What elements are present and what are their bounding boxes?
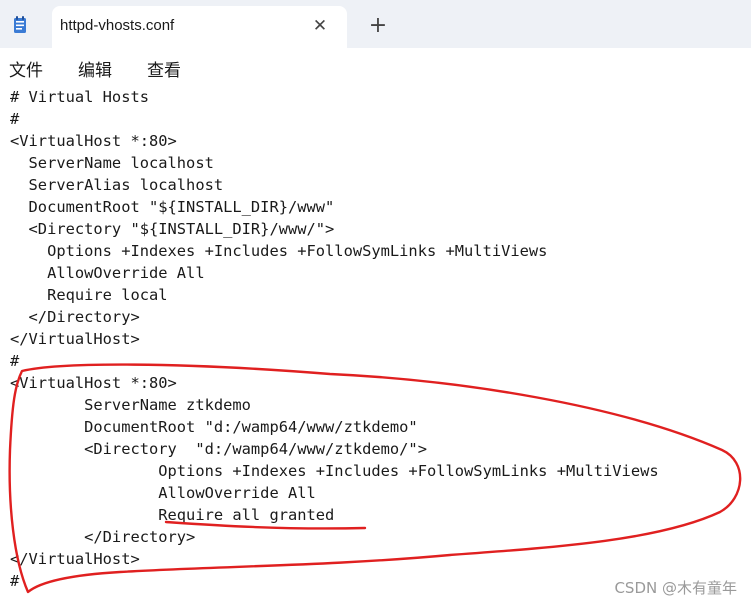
notepad-icon (14, 16, 26, 33)
new-tab-button[interactable]: + (364, 12, 392, 40)
code-line: </Directory> (10, 528, 196, 546)
menu-view[interactable]: 查看 (147, 56, 181, 81)
code-line: Options +Indexes +Includes +FollowSymLin… (10, 462, 659, 480)
tab-bar: httpd-vhosts.conf ✕ + (0, 0, 751, 48)
menu-file[interactable]: 文件 (9, 56, 43, 81)
tab-title: httpd-vhosts.conf (60, 17, 175, 34)
code-line: <Directory "${INSTALL_DIR}/www/"> (10, 220, 335, 238)
watermark: CSDN @木有童年 (614, 579, 737, 597)
code-line: # Virtual Hosts (10, 88, 149, 106)
menu-bar: 文件 编辑 查看 (0, 48, 751, 87)
close-tab-icon[interactable]: ✕ (308, 14, 332, 38)
text-editor[interactable]: # Virtual Hosts # <VirtualHost *:80> Ser… (0, 86, 751, 606)
code-line: DocumentRoot "d:/wamp64/www/ztkdemo" (10, 418, 418, 436)
code-line: <VirtualHost *:80> (10, 132, 177, 150)
code-line: Options +Indexes +Includes +FollowSymLin… (10, 242, 548, 260)
code-line: <Directory "d:/wamp64/www/ztkdemo/"> (10, 440, 427, 458)
menu-edit[interactable]: 编辑 (78, 56, 112, 81)
code-line: Require local (10, 286, 168, 304)
code-line: ServerAlias localhost (10, 176, 224, 194)
tab-httpd-vhosts[interactable]: httpd-vhosts.conf ✕ (52, 6, 347, 48)
code-line: <VirtualHost *:80> (10, 374, 177, 392)
code-line: # (10, 572, 20, 590)
code-line: ServerName ztkdemo (10, 396, 251, 414)
code-line: # (10, 110, 20, 128)
code-line: DocumentRoot "${INSTALL_DIR}/www" (10, 198, 335, 216)
code-line: AllowOverride All (10, 264, 205, 282)
code-line: AllowOverride All (10, 484, 316, 502)
code-line: </VirtualHost> (10, 330, 140, 348)
code-line: ServerName localhost (10, 154, 214, 172)
notepad-window: httpd-vhosts.conf ✕ + 文件 编辑 查看 # Virtual… (0, 0, 751, 606)
code-line: </VirtualHost> (10, 550, 140, 568)
code-line: # (10, 352, 20, 370)
code-line: Require all granted (10, 506, 335, 524)
code-line: </Directory> (10, 308, 140, 326)
